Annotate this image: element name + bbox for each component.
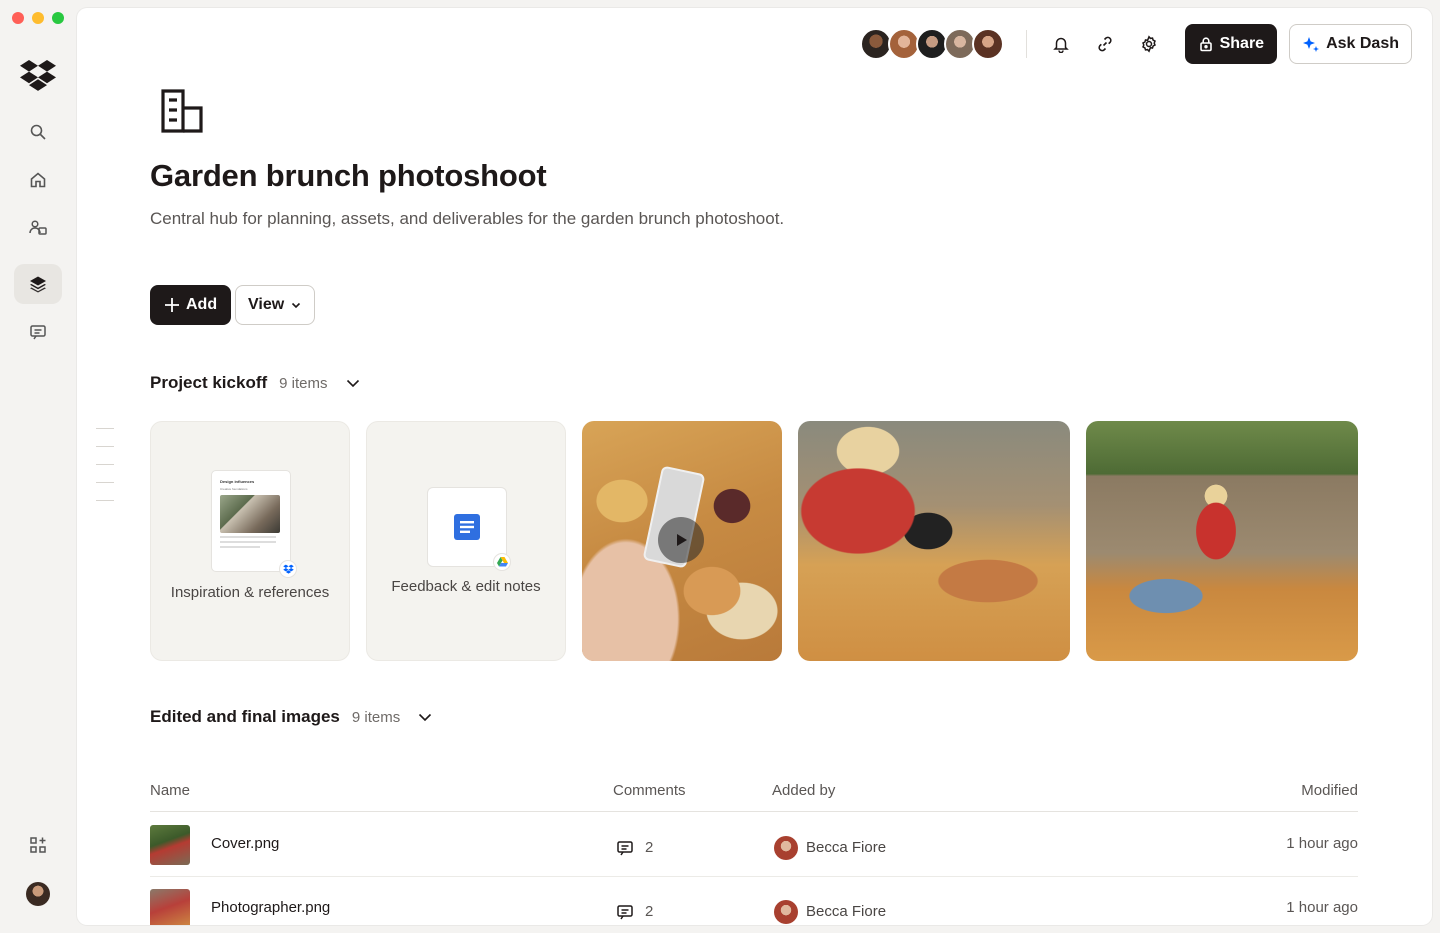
chevron-down-icon[interactable] (416, 708, 434, 726)
comment-icon (617, 905, 633, 920)
notifications-button[interactable] (1041, 24, 1081, 64)
view-button[interactable]: View (235, 285, 316, 325)
section-header-edited-final-images: Edited and final images 9 items (150, 707, 434, 727)
page-title: Garden brunch photoshoot (150, 158, 547, 193)
collaborator-avatar (915, 28, 948, 60)
doc-preview: Design influences Creative foundations (211, 470, 291, 572)
rail-people-button[interactable] (14, 208, 62, 248)
chevron-down-icon[interactable] (344, 374, 362, 392)
copy-link-button[interactable] (1085, 24, 1125, 64)
sparkle-icon (1303, 37, 1320, 52)
table-row[interactable]: Photographer.png 2 Becca Fiore 1 hour ag… (150, 877, 1358, 925)
settings-button[interactable] (1129, 24, 1169, 64)
doc-preview-title: Design influences (220, 479, 255, 484)
collaborator-avatars[interactable] (859, 28, 1004, 60)
chevron-down-icon (292, 302, 301, 309)
plus-icon (165, 298, 179, 312)
section-title: Project kickoff (150, 373, 268, 392)
dropbox-icon (282, 564, 294, 574)
doc-preview-subtitle: Creative foundations (220, 487, 248, 491)
rail-search-button[interactable] (14, 112, 62, 152)
card-feedback-edit-notes[interactable]: Feedback & edit notes (366, 421, 566, 661)
column-name[interactable]: Name (150, 782, 190, 799)
table-header: Name Comments Added by Modified (150, 782, 1358, 812)
add-label: Add (186, 296, 218, 313)
modified-time: 1 hour ago (1286, 899, 1358, 916)
added-by-name: Becca Fiore (806, 903, 887, 920)
google-docs-icon (454, 514, 480, 540)
collaborator-avatar (943, 28, 976, 60)
comment-count: 2 (645, 903, 654, 920)
bell-icon (1052, 37, 1069, 53)
card-label: Feedback & edit notes (391, 578, 541, 595)
section-title: Edited and final images (150, 707, 340, 726)
section-count: 9 items (279, 374, 328, 392)
doc-preview-image (220, 495, 280, 533)
main-panel: Share Ask Dash Garden brunch photoshoot … (77, 8, 1432, 925)
card-inspiration-references[interactable]: Design influences Creative foundations I… (150, 421, 350, 661)
column-added-by[interactable]: Added by (772, 782, 835, 799)
collaborator-avatar (971, 28, 1004, 60)
profile-avatar[interactable] (26, 882, 50, 906)
message-icon (30, 325, 46, 340)
top-bar: Share Ask Dash (859, 24, 1412, 64)
card-image-thumbnail[interactable] (798, 421, 1070, 661)
page-description: Central hub for planning, assets, and de… (150, 209, 785, 228)
home-icon (30, 172, 46, 188)
share-label: Share (1219, 35, 1265, 52)
google-drive-icon (496, 557, 508, 567)
column-modified[interactable]: Modified (1301, 782, 1358, 799)
comment-count: 2 (645, 839, 654, 856)
apps-icon (30, 837, 46, 853)
layers-icon (30, 276, 46, 293)
file-thumbnail (150, 825, 190, 865)
view-label: View (248, 296, 285, 313)
google-drive-badge (493, 553, 511, 571)
file-name[interactable]: Cover.png (211, 835, 279, 852)
rail-spaces-button[interactable] (14, 264, 62, 304)
file-name[interactable]: Photographer.png (211, 899, 330, 916)
file-thumbnail (150, 889, 190, 925)
rail-messages-button[interactable] (14, 312, 62, 352)
play-icon (677, 534, 687, 546)
dropbox-badge (279, 560, 297, 578)
avatar (774, 836, 798, 860)
building-icon (161, 89, 203, 133)
collaborator-avatar (859, 28, 892, 60)
column-comments[interactable]: Comments (613, 782, 686, 799)
added-by-name: Becca Fiore (806, 839, 887, 856)
play-button[interactable] (658, 517, 704, 563)
section-count: 9 items (351, 708, 401, 726)
link-icon (1098, 36, 1112, 52)
card-video-thumbnail[interactable] (582, 421, 782, 661)
avatar (774, 900, 798, 924)
ask-dash-label: Ask Dash (1326, 35, 1399, 52)
search-icon (30, 124, 46, 140)
collaborator-avatar (887, 28, 920, 60)
toolbar-divider (1025, 30, 1027, 58)
dropbox-logo[interactable] (20, 58, 56, 92)
comment-icon (617, 841, 633, 856)
rail-home-button[interactable] (14, 160, 62, 200)
section-header-project-kickoff: Project kickoff 9 items (150, 373, 362, 393)
lock-icon (1199, 37, 1212, 52)
card-image-thumbnail[interactable] (1086, 421, 1358, 661)
left-rail (0, 0, 77, 933)
card-label: Inspiration & references (170, 584, 330, 601)
ask-dash-button[interactable]: Ask Dash (1289, 24, 1412, 64)
share-button[interactable]: Share (1184, 24, 1278, 64)
scroll-indicator[interactable] (96, 428, 114, 518)
add-button[interactable]: Add (150, 285, 232, 325)
rail-apps-button[interactable] (14, 825, 62, 865)
table-row[interactable]: Cover.png 2 Becca Fiore 1 hour ago (150, 813, 1358, 877)
gear-icon (1141, 35, 1156, 53)
modified-time: 1 hour ago (1286, 835, 1358, 852)
people-icon (29, 220, 47, 235)
